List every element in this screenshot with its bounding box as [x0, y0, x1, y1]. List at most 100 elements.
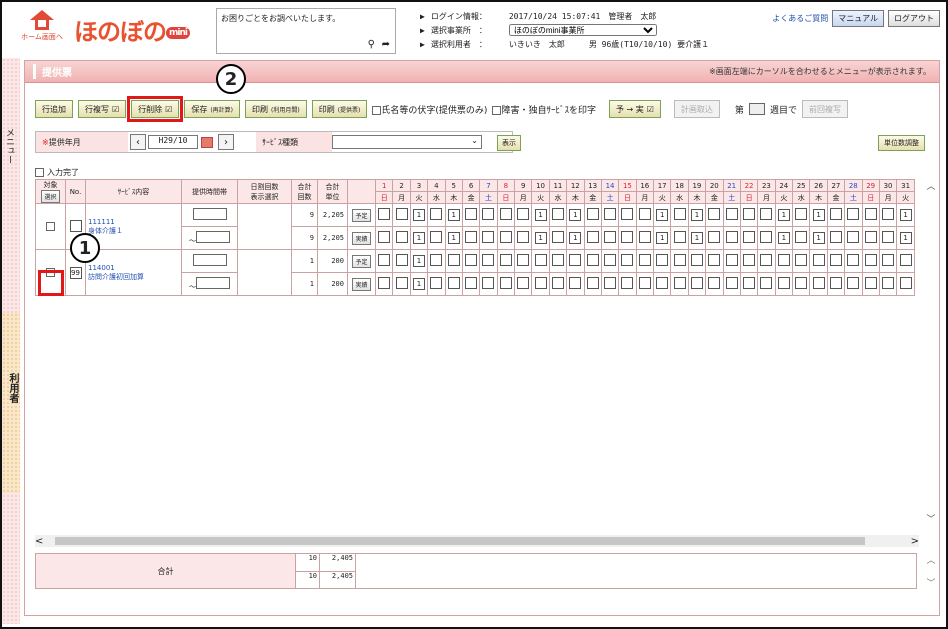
actual-day-input[interactable]: [551, 277, 564, 289]
actual-day-input[interactable]: 1: [412, 232, 425, 244]
actual-day-input[interactable]: [621, 277, 634, 289]
plan-day-input[interactable]: [430, 254, 443, 266]
plan-day-input[interactable]: [743, 208, 756, 220]
plan-day-input[interactable]: [656, 254, 669, 266]
actual-day-input[interactable]: [847, 231, 860, 243]
plan-day-input[interactable]: [795, 254, 808, 266]
plan-day-input[interactable]: 1: [569, 209, 582, 221]
save-button[interactable]: 保存 (再計算): [184, 100, 241, 118]
actual-day-input[interactable]: 1: [690, 232, 703, 244]
plan-day-input[interactable]: [621, 254, 634, 266]
actual-day-input[interactable]: [638, 231, 651, 243]
actual-day-input[interactable]: [708, 277, 721, 289]
actual-day-input[interactable]: [551, 231, 564, 243]
plan-day-input[interactable]: [725, 254, 738, 266]
actual-day-input[interactable]: [430, 277, 443, 289]
plan-day-input[interactable]: [864, 208, 877, 220]
menu-tab[interactable]: メニュー: [4, 128, 16, 164]
actual-day-input[interactable]: [499, 231, 512, 243]
plan-day-input[interactable]: 1: [656, 209, 669, 221]
actual-day-input[interactable]: 1: [412, 278, 425, 290]
total-scrollbar[interactable]: ︿ ﹀: [925, 553, 937, 589]
print-sheet-button[interactable]: 印刷 (提供票): [311, 100, 368, 118]
week-input[interactable]: [748, 103, 765, 115]
logout-button[interactable]: ログアウト: [888, 10, 940, 27]
actual-day-input[interactable]: 1: [656, 232, 669, 244]
plan-day-input[interactable]: [569, 254, 582, 266]
actual-day-input[interactable]: [534, 277, 547, 289]
actual-day-input[interactable]: [864, 231, 877, 243]
service-name[interactable]: 訪問介護初回加算: [88, 273, 144, 281]
plan-day-input[interactable]: [847, 208, 860, 220]
actual-day-input[interactable]: [482, 231, 495, 243]
plan-day-input[interactable]: [673, 254, 686, 266]
actual-day-input[interactable]: [847, 277, 860, 289]
plan-day-input[interactable]: [395, 208, 408, 220]
plan-import-button[interactable]: 計画取込: [673, 100, 720, 118]
plan-day-input[interactable]: [708, 254, 721, 266]
prev-copy-button[interactable]: 前回複写: [801, 100, 848, 118]
actual-day-input[interactable]: [517, 277, 530, 289]
actual-day-input[interactable]: [795, 231, 808, 243]
next-month-button[interactable]: ›: [218, 134, 234, 150]
actual-day-input[interactable]: [864, 277, 877, 289]
actual-day-input[interactable]: 1: [777, 232, 790, 244]
select-all-button[interactable]: 選択: [41, 190, 60, 203]
user-tab[interactable]: 利用者: [2, 313, 20, 493]
plan-day-input[interactable]: [621, 208, 634, 220]
table-vertical-scrollbar[interactable]: ︿ ﹀: [925, 179, 937, 525]
plan-day-input[interactable]: [378, 254, 391, 266]
actual-day-input[interactable]: [604, 231, 617, 243]
actual-day-input[interactable]: [829, 231, 842, 243]
name-mask-option[interactable]: 氏名等の伏字(提供票のみ): [372, 103, 487, 116]
plan-button[interactable]: 予定: [352, 208, 371, 222]
plan-day-input[interactable]: [551, 254, 564, 266]
time-end-input[interactable]: [196, 276, 230, 289]
plan-day-input[interactable]: [551, 208, 564, 220]
plan-button[interactable]: 予定: [352, 254, 371, 268]
plan-day-input[interactable]: [430, 208, 443, 220]
month-input[interactable]: H29/10: [148, 135, 198, 149]
actual-day-input[interactable]: [725, 277, 738, 289]
actual-day-input[interactable]: [604, 277, 617, 289]
add-row-button[interactable]: 行追加: [35, 100, 73, 118]
plan-day-input[interactable]: [465, 254, 478, 266]
table-horizontal-scrollbar[interactable]: < >: [35, 535, 919, 547]
actual-day-input[interactable]: [725, 231, 738, 243]
input-done-option[interactable]: 入力完了: [35, 167, 79, 178]
manual-button[interactable]: マニュアル: [832, 10, 884, 27]
actual-day-input[interactable]: [378, 277, 391, 289]
actual-day-input[interactable]: [465, 231, 478, 243]
plan-day-input[interactable]: [482, 208, 495, 220]
plan-day-input[interactable]: [604, 254, 617, 266]
actual-day-input[interactable]: [743, 277, 756, 289]
plan-day-input[interactable]: [604, 208, 617, 220]
service-name[interactable]: 身体介護１: [88, 227, 123, 235]
plan-day-input[interactable]: 1: [899, 209, 912, 221]
plan-day-input[interactable]: [517, 254, 530, 266]
side-menu-bar[interactable]: メニュー 利用者: [2, 58, 20, 624]
plan-day-input[interactable]: [795, 208, 808, 220]
plan-day-input[interactable]: [673, 208, 686, 220]
plan-day-input[interactable]: [864, 254, 877, 266]
plan-day-input[interactable]: [725, 208, 738, 220]
actual-day-input[interactable]: [447, 277, 460, 289]
show-button[interactable]: 表示: [497, 135, 521, 151]
input-done-checkbox[interactable]: [35, 168, 44, 177]
help-search-input[interactable]: お困りごとをお調べいたします。 ⚲ ➦: [216, 8, 396, 54]
actual-day-input[interactable]: [777, 277, 790, 289]
disability-option[interactable]: 障害・独自ｻｰﾋﾞｽを印字: [492, 103, 596, 116]
actual-day-input[interactable]: [882, 231, 895, 243]
plan-day-input[interactable]: [743, 254, 756, 266]
plan-day-input[interactable]: 1: [447, 209, 460, 221]
plan-day-input[interactable]: 1: [777, 209, 790, 221]
scroll-up-icon[interactable]: ︿: [926, 553, 935, 566]
scroll-left-icon[interactable]: <: [35, 536, 43, 547]
plan-to-actual-button[interactable]: 予 → 実 ☑: [608, 100, 661, 118]
actual-day-input[interactable]: [395, 231, 408, 243]
plan-day-input[interactable]: [690, 254, 703, 266]
plan-day-input[interactable]: [829, 208, 842, 220]
service-code[interactable]: 114001: [88, 264, 115, 272]
time-end-input[interactable]: [196, 230, 230, 243]
actual-day-input[interactable]: [656, 277, 669, 289]
